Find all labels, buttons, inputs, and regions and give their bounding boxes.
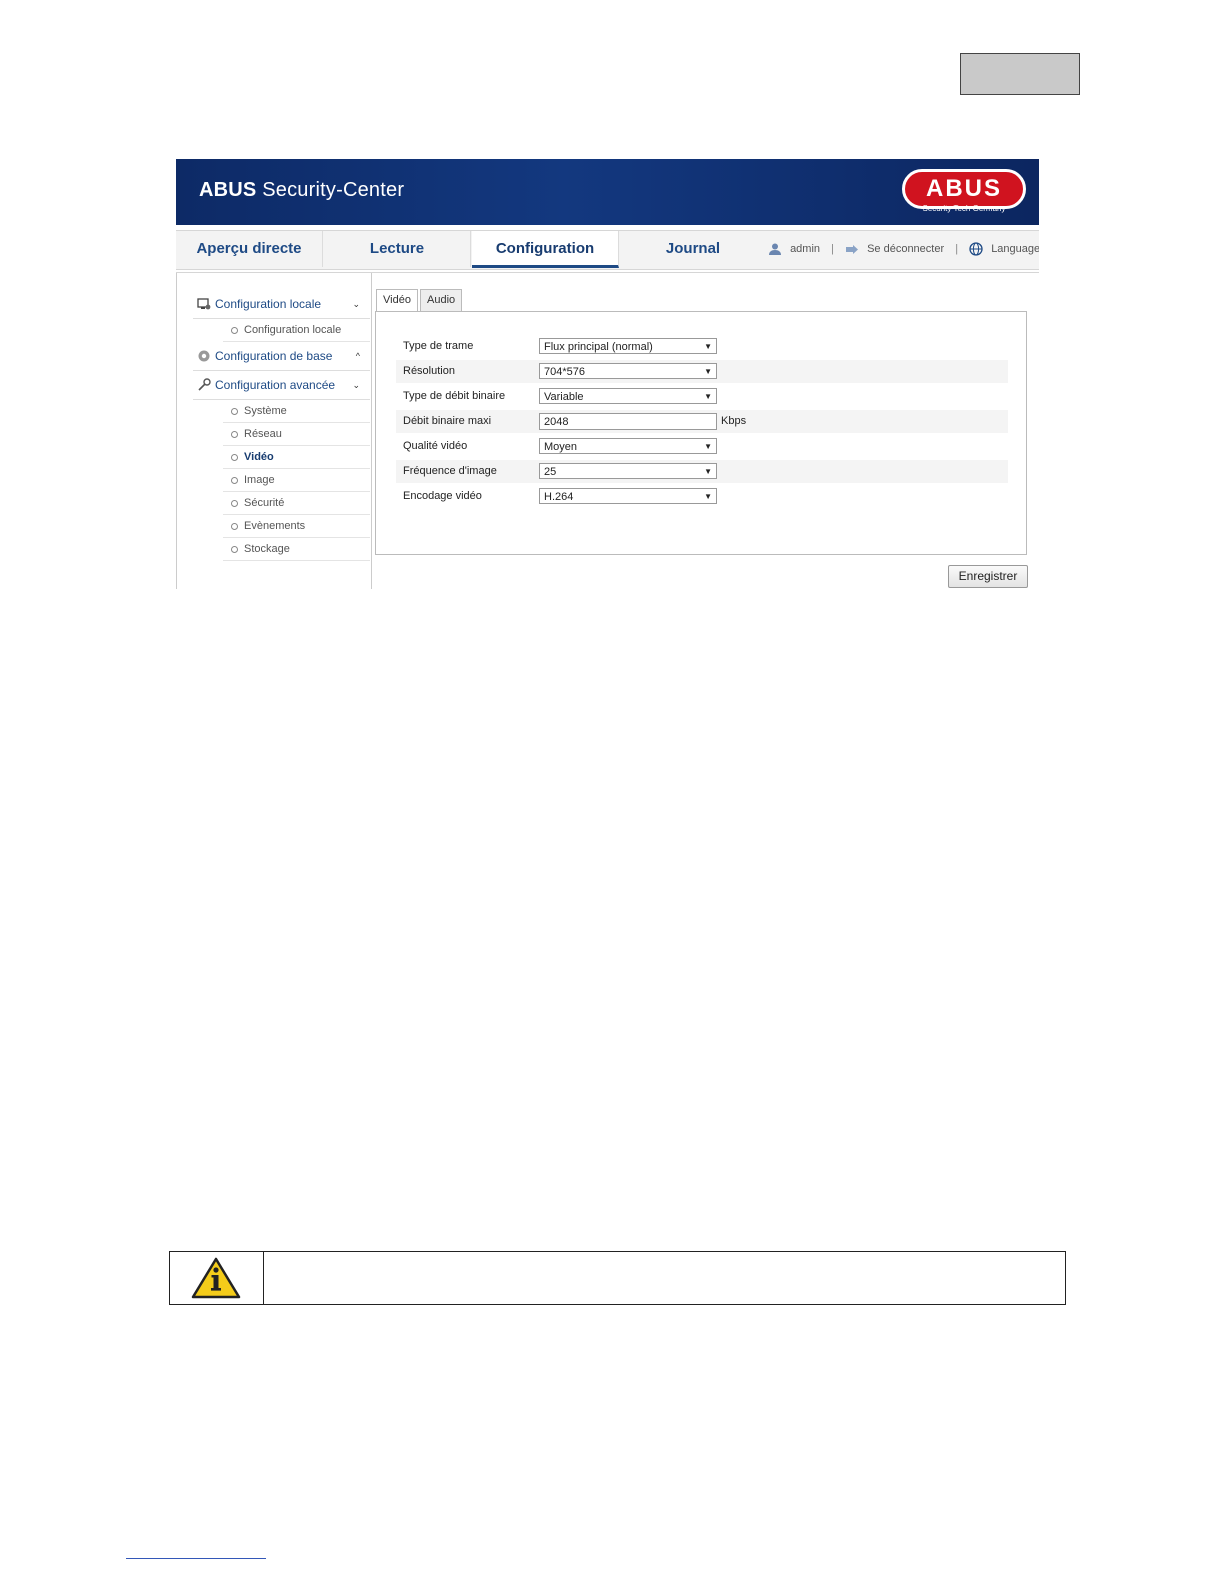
sidebar-item-events[interactable]: Evènements — [223, 515, 370, 538]
logout-icon — [846, 245, 859, 255]
resolution-select[interactable]: 704*576 ▼ — [539, 363, 717, 379]
sidebar-item-label: Sécurité — [244, 497, 285, 509]
sidebar-item-video[interactable]: Vidéo — [223, 446, 370, 469]
sidebar-item-system[interactable]: Système — [223, 400, 370, 423]
resolution-label: Résolution — [403, 365, 455, 377]
abus-web-interface: ABUS Security-Center ABUS Security Tech … — [176, 159, 1039, 589]
tab-video[interactable]: Vidéo — [376, 289, 418, 312]
sidebar-base-config[interactable]: Configuration de base ^ — [193, 342, 370, 371]
info-icon-cell — [170, 1252, 264, 1304]
logout-link[interactable]: Se déconnecter — [867, 243, 944, 255]
language-link[interactable]: Language — [991, 243, 1039, 255]
sidebar-item-label: Stockage — [244, 543, 290, 555]
footnote-separator — [126, 1558, 266, 1559]
chevron-up-icon: ^ — [355, 351, 360, 361]
bullet-icon — [231, 327, 238, 334]
frame-rate-label: Fréquence d'image — [403, 465, 497, 477]
form-row-bitrate-type: Type de débit binaire Variable ▼ — [396, 385, 1008, 408]
bullet-icon — [231, 431, 238, 438]
bullet-icon — [231, 500, 238, 507]
video-settings-form: Type de trame Flux principal (normal) ▼ R… — [375, 311, 1027, 555]
dropdown-arrow-icon: ▼ — [704, 367, 712, 376]
header-banner: ABUS Security-Center ABUS Security Tech … — [176, 159, 1039, 225]
user-icon — [769, 243, 781, 256]
sidebar-item-label: Evènements — [244, 520, 306, 532]
sidebar-item-label: Image — [244, 474, 275, 486]
frame-rate-select[interactable]: 25 ▼ — [539, 463, 717, 479]
dropdown-arrow-icon: ▼ — [704, 342, 712, 351]
save-button[interactable]: Enregistrer — [948, 565, 1028, 588]
bullet-icon — [231, 454, 238, 461]
dropdown-arrow-icon: ▼ — [704, 467, 712, 476]
sidebar-local-config-label: Configuration locale — [215, 297, 322, 311]
form-row-frame-rate: Fréquence d'image 25 ▼ — [396, 460, 1008, 483]
sidebar-item-local-config[interactable]: Configuration locale — [223, 319, 370, 342]
separator: | — [831, 243, 834, 256]
max-bitrate-label: Débit binaire maxi — [403, 415, 492, 427]
config-content: Configuration locale ⌄ Configuration loc… — [176, 272, 1039, 589]
tab-live-view[interactable]: Aperçu directe — [176, 231, 323, 267]
sidebar-item-network[interactable]: Réseau — [223, 423, 370, 446]
bullet-icon — [231, 408, 238, 415]
sidebar-item-storage[interactable]: Stockage — [223, 538, 370, 561]
max-bitrate-input[interactable]: 2048 — [539, 413, 717, 430]
form-row-video-quality: Qualité vidéo Moyen ▼ — [396, 435, 1008, 458]
stream-type-select[interactable]: Flux principal (normal) ▼ — [539, 338, 717, 354]
video-encoding-label: Encodage vidéo — [403, 490, 482, 502]
form-row-resolution: Résolution 704*576 ▼ — [396, 360, 1008, 383]
tab-log[interactable]: Journal — [620, 231, 766, 267]
bitrate-unit: Kbps — [721, 415, 747, 427]
bullet-icon — [231, 477, 238, 484]
video-quality-select[interactable]: Moyen ▼ — [539, 438, 717, 454]
chevron-down-icon: ⌄ — [352, 380, 360, 390]
sidebar-advanced-config[interactable]: Configuration avancée ⌄ — [193, 371, 370, 400]
form-row-max-bitrate: Débit binaire maxi 2048 Kbps — [396, 410, 1008, 433]
page-number-box — [960, 53, 1080, 95]
sidebar-item-security[interactable]: Sécurité — [223, 492, 370, 515]
dropdown-arrow-icon: ▼ — [704, 492, 712, 501]
logo-tagline: Security Tech Germany — [922, 204, 1006, 213]
bullet-icon — [231, 546, 238, 553]
gear-icon — [198, 350, 210, 362]
bitrate-type-label: Type de débit binaire — [403, 390, 506, 402]
sidebar-item-label: Système — [244, 405, 287, 417]
globe-icon — [969, 242, 983, 256]
bullet-icon — [231, 523, 238, 530]
user-links: admin | Se déconnecter | Language — [768, 231, 1039, 267]
bitrate-type-select[interactable]: Variable ▼ — [539, 388, 717, 404]
sidebar-local-config[interactable]: Configuration locale ⌄ — [193, 290, 370, 319]
sidebar-advanced-config-label: Configuration avancée — [215, 378, 336, 392]
video-quality-label: Qualité vidéo — [403, 440, 468, 452]
sidebar-item-image[interactable]: Image — [223, 469, 370, 492]
stream-type-label: Type de trame — [403, 340, 474, 352]
app-title: ABUS Security-Center — [199, 179, 405, 201]
sidebar-item-label: Configuration locale — [244, 324, 342, 336]
form-row-stream-type: Type de trame Flux principal (normal) ▼ — [396, 335, 1008, 358]
username[interactable]: admin — [790, 243, 820, 255]
dropdown-arrow-icon: ▼ — [704, 442, 712, 451]
sidebar-item-label: Réseau — [244, 428, 282, 440]
warning-info-icon — [191, 1257, 241, 1299]
tab-configuration[interactable]: Configuration — [472, 231, 619, 268]
dropdown-arrow-icon: ▼ — [704, 392, 712, 401]
wrench-icon — [198, 378, 211, 391]
sidebar: Configuration locale ⌄ Configuration loc… — [176, 273, 372, 589]
main-navigation: Aperçu directe Lecture Configuration Jou… — [176, 230, 1039, 270]
tab-audio[interactable]: Audio — [420, 289, 463, 312]
tab-playback[interactable]: Lecture — [324, 231, 471, 267]
info-note-box — [169, 1251, 1066, 1305]
monitor-gear-icon — [197, 298, 211, 310]
chevron-down-icon: ⌄ — [352, 299, 360, 309]
sidebar-item-label: Vidéo — [244, 451, 274, 463]
separator: | — [955, 243, 959, 256]
sidebar-base-config-label: Configuration de base — [215, 349, 333, 363]
abus-logo: ABUS — [902, 169, 1026, 209]
form-row-video-encoding: Encodage vidéo H.264 ▼ — [396, 485, 1008, 508]
video-encoding-select[interactable]: H.264 ▼ — [539, 488, 717, 504]
